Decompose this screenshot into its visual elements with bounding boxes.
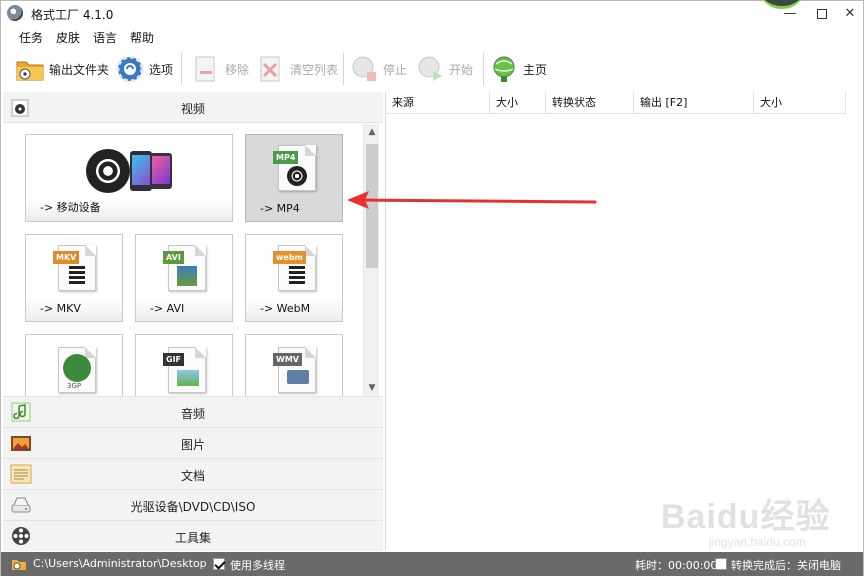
category-image-label: 图片 (180, 438, 205, 452)
folder-icon (16, 61, 44, 81)
format-factory-icon (7, 5, 23, 21)
column-status[interactable]: 转换状态 (546, 92, 634, 114)
after-done-checkbox[interactable] (715, 558, 727, 570)
mkv-file-icon: MKV (53, 245, 96, 291)
multithread-checkbox[interactable] (213, 558, 225, 570)
conversion-category-panel: 视频 -> 移动设备 MP4 -> MP4 MKV -> MKV AVI -> … (3, 92, 383, 551)
3gp-file-icon: 3GP (58, 347, 96, 393)
stop-label: 停止 (383, 62, 408, 77)
category-rom-device[interactable]: 光驱设备\DVD\CD\ISO (3, 489, 383, 520)
column-output-size[interactable]: 大小 (754, 92, 846, 114)
tile-mobile-device[interactable]: -> 移动设备 (25, 134, 233, 222)
tile-mobile-device-label: -> 移动设备 (40, 201, 101, 214)
category-tools-label: 工具集 (174, 531, 211, 545)
column-size[interactable]: 大小 (490, 92, 546, 114)
phone-icon (130, 151, 152, 191)
output-folder-label: 输出文件夹 (49, 62, 110, 77)
window-title: 格式工厂 4.1.0 (31, 8, 114, 22)
wmv-file-icon: WMV (273, 347, 316, 393)
category-document-label: 文档 (180, 469, 205, 483)
elapsed-time: 耗时：00:00:00 (635, 559, 718, 572)
tile-mp4[interactable]: MP4 -> MP4 (245, 134, 343, 222)
menu-bar: 任务 皮肤 语言 帮助 (1, 27, 863, 47)
options-gear-icon (116, 55, 144, 83)
start-button[interactable]: 开始 (415, 53, 473, 85)
category-tools[interactable]: 工具集 (3, 520, 383, 551)
menu-skin[interactable]: 皮肤 (56, 29, 80, 46)
tile-3gp[interactable]: 3GP (25, 334, 123, 396)
app-window: 格式工厂 4.1.0 — ✕ 任务 皮肤 语言 帮助 输出文件夹 选项 移除 清… (0, 0, 864, 576)
output-folder-button[interactable]: 输出文件夹 (15, 53, 109, 85)
gif-file-icon: GIF (163, 347, 206, 393)
tile-webm-label: -> WebM (260, 302, 311, 315)
stop-icon (352, 56, 376, 81)
multithread-label: 使用多线程 (230, 559, 285, 572)
category-audio-label: 音频 (180, 407, 205, 421)
maximize-icon (817, 8, 827, 19)
watermark-url: jingyan.baidu.com (709, 535, 806, 549)
menu-language[interactable]: 语言 (93, 29, 117, 46)
folder-icon[interactable] (11, 556, 27, 572)
scroll-up-icon[interactable]: ▲ (364, 124, 380, 140)
annotation-arrow (347, 191, 597, 209)
baidu-watermark: Baidu经验 jingyan.baidu.com (661, 481, 861, 551)
mp4-file-icon: MP4 (273, 145, 316, 191)
scroll-down-icon[interactable]: ▼ (364, 380, 380, 396)
close-button[interactable]: ✕ (835, 4, 864, 24)
maximize-button[interactable] (807, 4, 837, 24)
toolbar-divider (181, 53, 182, 85)
category-image[interactable]: 图片 (3, 427, 383, 458)
status-bar: C:\Users\Administrator\Desktop 使用多线程 耗时：… (1, 552, 863, 576)
options-button[interactable]: 选项 (115, 53, 173, 85)
column-source[interactable]: 来源 (386, 92, 490, 114)
category-video-label: 视频 (180, 102, 205, 116)
tile-gif[interactable]: GIF (135, 334, 233, 396)
remove-icon (195, 56, 215, 82)
output-path[interactable]: C:\Users\Administrator\Desktop (33, 557, 207, 570)
tile-scrollbar[interactable]: ▲ ▼ (363, 124, 379, 396)
tile-avi[interactable]: AVI -> AVI (135, 234, 233, 322)
minimize-button[interactable]: — (775, 4, 805, 24)
start-icon (418, 56, 442, 81)
home-globe-icon (493, 56, 515, 82)
tile-mkv-label: -> MKV (40, 302, 81, 315)
clear-list-label: 清空列表 (290, 62, 339, 77)
start-label: 开始 (449, 62, 474, 77)
category-video[interactable]: 视频 (3, 92, 383, 123)
toolbar: 输出文件夹 选项 移除 清空列表 停止 开始 主页 (1, 49, 863, 89)
tile-mp4-label: -> MP4 (260, 202, 300, 215)
title-bar: 格式工厂 4.1.0 — ✕ (1, 0, 864, 27)
tile-avi-label: -> AVI (150, 302, 185, 315)
menu-help[interactable]: 帮助 (130, 29, 154, 46)
tile-webm[interactable]: webm -> WebM (245, 234, 343, 322)
webm-file-icon: webm (273, 245, 316, 291)
remove-button[interactable]: 移除 (191, 53, 249, 85)
menu-task[interactable]: 任务 (19, 29, 43, 46)
tile-wmv[interactable]: WMV (245, 334, 343, 396)
category-document[interactable]: 文档 (3, 458, 383, 489)
options-label: 选项 (149, 62, 174, 77)
stop-button[interactable]: 停止 (349, 53, 407, 85)
clear-list-icon (260, 56, 280, 82)
watermark-logo-text: Baidu经验 (661, 498, 831, 536)
video-format-grid: -> 移动设备 MP4 -> MP4 MKV -> MKV AVI -> AVI… (3, 123, 365, 396)
home-button[interactable]: 主页 (489, 53, 547, 85)
phone-icon (150, 153, 172, 189)
film-reel-icon (86, 149, 130, 193)
tile-mkv[interactable]: MKV -> MKV (25, 234, 123, 322)
category-rom-label: 光驱设备\DVD\CD\ISO (130, 500, 256, 514)
after-done-label: 转换完成后：关闭电脑 (731, 559, 841, 572)
toolbar-divider (483, 53, 484, 85)
category-audio[interactable]: 音频 (3, 396, 383, 427)
column-output[interactable]: 输出 [F2] (634, 92, 754, 114)
home-label: 主页 (523, 62, 548, 77)
avi-file-icon: AVI (163, 245, 206, 291)
toolbar-divider (343, 53, 344, 85)
remove-label: 移除 (225, 62, 250, 77)
clear-list-button[interactable]: 清空列表 (256, 53, 338, 85)
